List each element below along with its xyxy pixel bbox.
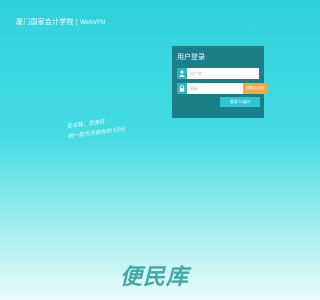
login-button[interactable]: 登录 Login xyxy=(220,97,260,107)
lock-icon xyxy=(177,83,187,94)
login-title: 用户登录 xyxy=(177,53,205,61)
user-icon xyxy=(177,68,187,79)
username-row xyxy=(177,68,259,79)
watermark-logo: 便民库 xyxy=(120,265,190,290)
login-panel: 用户登录 获取验证码 登录 Login xyxy=(172,46,267,118)
get-sms-code-button[interactable]: 获取验证码 xyxy=(243,83,267,94)
school-name: 厦门国家会计学院 xyxy=(16,18,74,26)
slogan: 无论我，您身在 统一前方开启你的 VPN xyxy=(66,115,126,142)
sms-code-input[interactable] xyxy=(187,83,243,94)
site-header: 厦门国家会计学院 | WebVPN xyxy=(16,17,105,27)
header-separator: | xyxy=(75,18,78,26)
username-input[interactable] xyxy=(187,68,259,79)
product-name: WebVPN xyxy=(79,18,106,26)
sms-code-row: 获取验证码 xyxy=(177,83,267,94)
